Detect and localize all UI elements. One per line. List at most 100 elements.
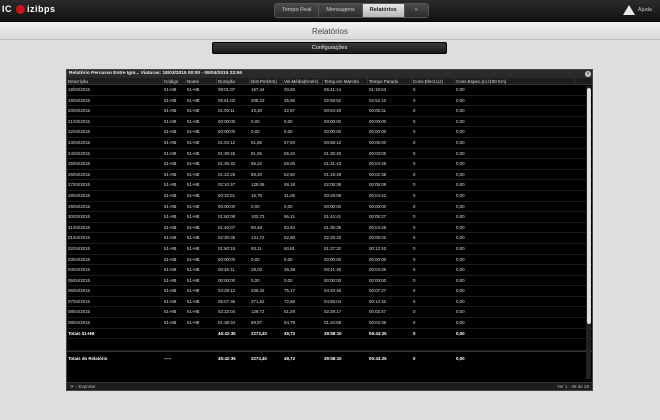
cell-col-3: 01:22:26 bbox=[218, 171, 236, 177]
cell-col-1: 51-HB bbox=[164, 288, 177, 294]
cell-col-4: 129,08 bbox=[251, 182, 265, 188]
table-row[interactable]: 03/04/2015 51-HB 51-HB 00:00:00 0,00 0,00 00:0… bbox=[67, 255, 592, 266]
cell-col-0: 21/03/2015 bbox=[68, 118, 90, 124]
cell-col-7: 00:00:00 bbox=[369, 118, 387, 124]
cell-col-9: 0,00 bbox=[456, 330, 465, 336]
scrollbar-thumb[interactable] bbox=[586, 88, 591, 324]
table-row[interactable]: 30/03/2015 51-HB 51-HB 01:50:08 102,73 56,11 0… bbox=[67, 212, 592, 223]
table-row[interactable]: 08/04/2015 51-HB 51-HB 02:32:04 129,72 51,29 0… bbox=[67, 307, 592, 319]
close-icon[interactable]: × bbox=[585, 71, 591, 77]
cell-col-9: 0,00 bbox=[456, 224, 465, 230]
cell-col-4: 88,20 bbox=[251, 171, 262, 177]
cell-col-8: 0 bbox=[413, 150, 416, 156]
table-row[interactable]: 19/03/2015 51-HB 51-HB 05:51:02 208,23 35,55 0… bbox=[67, 96, 592, 107]
table-row[interactable]: 24/03/2015 51-HB 51-HB 01:39:45 91,65 55,34 01… bbox=[67, 149, 592, 160]
configuracoes-button[interactable]: Configurações bbox=[212, 42, 447, 54]
tab-more[interactable]: » bbox=[404, 4, 428, 17]
cell-col-6: 00:00:00 bbox=[324, 203, 342, 209]
cell-col-4: 2273,40 bbox=[251, 356, 267, 362]
grand-total-row: Totais do Relatório ----- 45:42:35 2273,40 4… bbox=[67, 351, 592, 365]
table-row[interactable]: 28/03/2015 51-HB 51-HB 00:32:51 16,75 31,05 00… bbox=[67, 191, 592, 202]
cell-col-1: 51-HB bbox=[164, 87, 177, 92]
cell-col-1: 51-HB bbox=[164, 277, 177, 283]
cell-col-6: 01:44:41 bbox=[324, 214, 342, 220]
pagination-info: Ver 1 - 28 de 28 bbox=[556, 384, 589, 389]
export-label: Exportar bbox=[78, 384, 96, 389]
column-header-3: Duração bbox=[217, 78, 250, 84]
cell-col-2: 51-HB bbox=[187, 129, 200, 135]
table-row[interactable]: 21/03/2015 51-HB 51-HB 00:00:00 0,00 0,00 00:0… bbox=[67, 117, 592, 128]
cell-col-2: 51-HB bbox=[187, 256, 200, 262]
cell-col-5: 31,05 bbox=[284, 192, 295, 198]
vertical-scrollbar[interactable] bbox=[586, 86, 591, 379]
tab-mensagens[interactable]: Mensagens bbox=[319, 4, 363, 17]
cell-col-1: 51-HB bbox=[164, 161, 177, 167]
table-row[interactable]: 04/04/2015 51-HB 51-HB 00:46:11 28,03 36,38 00… bbox=[67, 265, 592, 276]
cell-col-1: 51-HB bbox=[164, 267, 177, 273]
table-row[interactable]: 23/03/2015 51-HB 51-HB 01:04:12 61,85 57,94 00… bbox=[67, 138, 592, 149]
tab-tempo-real[interactable]: Tempo Real bbox=[275, 4, 320, 17]
table-row[interactable]: 22/03/2015 51-HB 51-HB 00:00:00 0,00 0,00 00:0… bbox=[67, 127, 592, 138]
cell-col-2: 51-HB bbox=[187, 245, 200, 251]
report-panel: Relatório Percurso Entre Igm... Viaturas… bbox=[66, 69, 593, 391]
cell-col-2: 51-HB bbox=[187, 309, 200, 315]
cell-col-7: 00:02:38 bbox=[369, 171, 387, 177]
cell-col-3: 01:04:12 bbox=[218, 139, 236, 145]
cell-col-7: 00:00:00 bbox=[369, 256, 387, 262]
table-row[interactable]: 05/04/2015 51-HB 51-HB 00:00:00 0,00 0,00 00:0… bbox=[67, 276, 592, 287]
export-button[interactable]: ⟳ ↓ Exportar bbox=[70, 383, 96, 391]
table-row[interactable]: 20/03/2015 51-HB 51-HB 01:00:11 43,30 42,87 00… bbox=[67, 106, 592, 117]
cell-col-8: 0 bbox=[413, 97, 416, 103]
table-row[interactable]: 31/03/2015 51-HB 51-HB 01:40:07 90,48 53,94 01… bbox=[67, 223, 592, 234]
table-row[interactable]: 25/03/2015 51-HB 51-HB 01:36:32 95,22 59,05 01… bbox=[67, 159, 592, 170]
column-header-6: Temp.em Marcha bbox=[323, 78, 368, 84]
table-row[interactable]: 07/04/2015 51-HB 51-HB 05:07:36 371,62 72,56 0… bbox=[67, 297, 592, 308]
table-row[interactable]: 26/03/2015 51-HB 51-HB 01:22:26 88,20 62,60 01… bbox=[67, 170, 592, 181]
cell-col-9: 0,00 bbox=[456, 235, 465, 241]
cell-col-8: 0 bbox=[413, 298, 416, 304]
cell-col-9: 0,00 bbox=[456, 203, 465, 209]
cell-col-6: 01:19:48 bbox=[324, 171, 342, 177]
table-row[interactable]: 01/04/2015 51-HB 51-HB 02:30:35 131,72 52,80 0… bbox=[67, 233, 592, 244]
cell-col-4: 129,72 bbox=[251, 309, 265, 315]
table-row[interactable]: 29/03/2015 51-HB 51-HB 00:00:00 0,00 0,00 00:0… bbox=[67, 202, 592, 213]
cell-col-6: 00:28:09 bbox=[324, 192, 342, 198]
table-row[interactable]: 02/04/2015 51-HB 51-HB 01:50:15 93,11 50,81 01… bbox=[67, 244, 592, 255]
cell-col-0: 18/03/2015 bbox=[68, 87, 90, 92]
help-button[interactable]: Ajuda bbox=[622, 5, 652, 15]
cell-col-8: 0 bbox=[413, 330, 416, 336]
cell-col-7: 00:00:00 bbox=[369, 277, 387, 283]
table-row[interactable]: 27/03/2015 51-HB 51-HB 02:10:47 129,08 59,18 0… bbox=[67, 180, 592, 191]
cell-col-9: 0,00 bbox=[456, 320, 465, 326]
report-footer: ⟳ ↓ Exportar Ver 1 - 28 de 28 bbox=[67, 382, 592, 390]
cell-col-8: 0 bbox=[413, 235, 416, 241]
column-header-4: Dist.Per(Km) bbox=[250, 78, 283, 84]
cell-col-8: 0 bbox=[413, 224, 416, 230]
brand-mark-icon bbox=[16, 4, 25, 14]
cell-col-3: 02:10:47 bbox=[218, 182, 236, 188]
cell-col-6: 00:00:00 bbox=[324, 277, 342, 283]
cell-col-0: Totais 51-HB bbox=[68, 330, 95, 336]
table-row[interactable]: 09/04/2015 51-HB 51-HB 01:38:34 89,87 54,79 01… bbox=[67, 318, 592, 329]
cell-col-4: 0,00 bbox=[251, 129, 260, 135]
cell-col-8: 0 bbox=[413, 256, 416, 262]
cell-col-9: 0,00 bbox=[456, 87, 465, 92]
cell-col-1: 51-HB bbox=[164, 203, 177, 209]
cell-col-5: 54,79 bbox=[284, 320, 295, 326]
table-row[interactable]: 18/03/2015 51-HB 51-HB 08:01:07 167,44 20,83 0… bbox=[67, 85, 592, 96]
cell-col-3: 02:32:04 bbox=[218, 309, 236, 315]
cell-col-9: 0,00 bbox=[456, 118, 465, 124]
tab-relatorios[interactable]: Relatórios bbox=[362, 4, 405, 17]
cell-col-8: 0 bbox=[413, 129, 416, 135]
cell-col-4: 0,00 bbox=[251, 256, 260, 262]
cell-col-6: 39:58:10 bbox=[324, 356, 342, 362]
cell-col-9: 0,00 bbox=[456, 108, 465, 114]
table-row[interactable]: 06/04/2015 51-HB 51-HB 04:28:12 336,42 75,17 0… bbox=[67, 286, 592, 297]
cell-col-2: 51-HB bbox=[187, 214, 200, 220]
cell-col-1: 51-HB bbox=[164, 224, 177, 230]
cell-col-8: 0 bbox=[413, 139, 416, 145]
cell-col-7: 00:03:36 bbox=[369, 320, 387, 326]
cell-col-7: 01:19:53 bbox=[369, 87, 387, 92]
cell-col-7: 00:00:00 bbox=[369, 129, 387, 135]
cell-col-1: 51-HB bbox=[164, 108, 177, 114]
